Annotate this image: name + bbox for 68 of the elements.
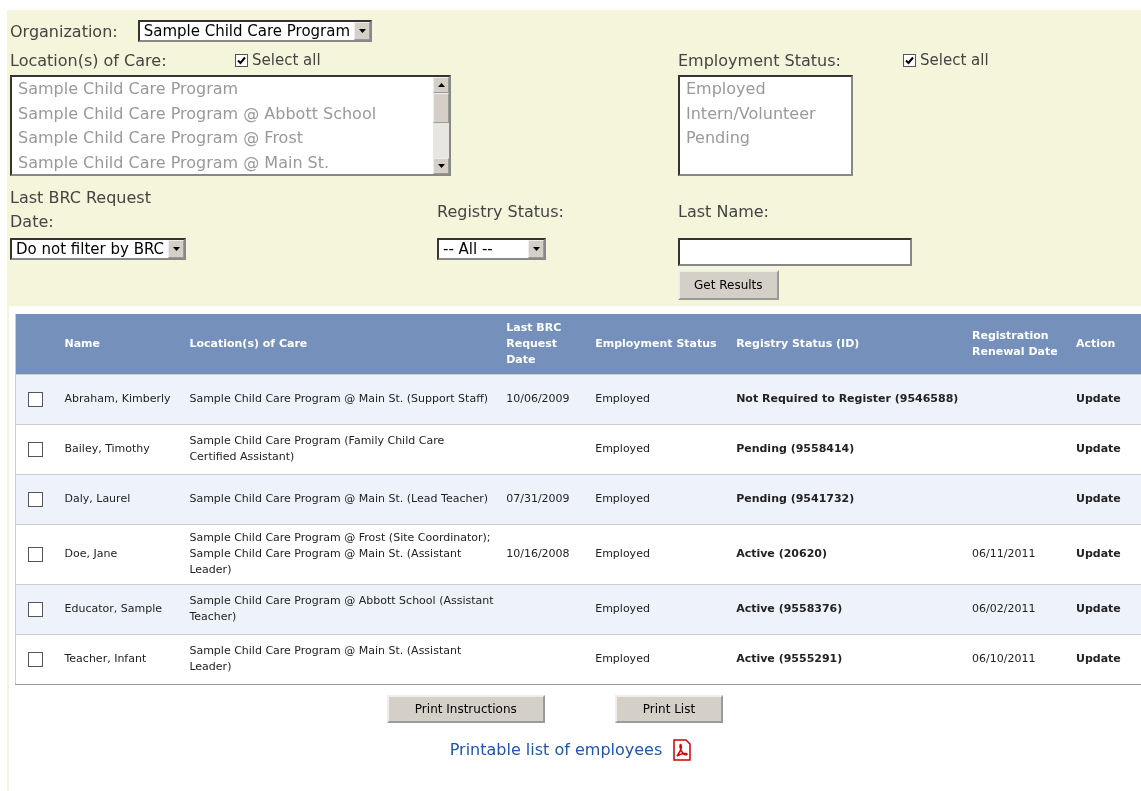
column-header: Name [64, 336, 101, 350]
table-cell: Employed [595, 492, 650, 505]
column-header: Registration Renewal Date [972, 328, 1058, 358]
column-header: Last BRC Request Date [506, 320, 562, 366]
table-cell: 10/06/2009 [506, 392, 570, 405]
field-label: Last Name: [678, 201, 769, 223]
checkbox[interactable] [28, 491, 43, 507]
checkbox-label: Select all [252, 51, 321, 69]
table-cell: 06/11/2011 [972, 547, 1036, 560]
table-cell: Employed [595, 547, 650, 560]
checkbox[interactable] [28, 391, 43, 407]
field-label: Employment Status: [678, 50, 842, 70]
table-cell: Sample Child Care Program @ Frost (Site Coordinator); Sample Child Care Program @ Main St. (Assistant Leader) [189, 531, 491, 576]
update-link[interactable]: Update [1075, 602, 1121, 615]
field-label: Organization: [10, 21, 118, 41]
checkbox[interactable] [28, 546, 43, 562]
table-cell: 07/31/2009 [506, 492, 570, 505]
table-cell: Sample Child Care Program @ Abbott School (Assistant Teacher) [189, 594, 494, 623]
update-link[interactable]: Update [1075, 652, 1121, 665]
table-cell: Bailey, Timothy [64, 442, 150, 455]
table-cell: Abraham, Kimberly [64, 392, 171, 405]
checkbox-label: Select all [920, 51, 989, 69]
table-cell: Active (9558376) [736, 602, 843, 615]
table-cell: Daly, Laurel [64, 492, 131, 505]
table-cell: 10/16/2008 [506, 547, 570, 560]
column-header: Action [1075, 336, 1116, 350]
table-cell: Employed [595, 392, 650, 405]
table-cell: Active (9555291) [736, 652, 843, 665]
table-cell: Employed [595, 442, 650, 455]
table-cell: Doe, Jane [64, 547, 118, 560]
update-link[interactable]: Update [1075, 392, 1121, 405]
field-label: Last BRC Request Date: [10, 187, 152, 233]
organization-select[interactable]: Sample Child Care Program [137, 20, 373, 42]
checkbox[interactable] [28, 441, 43, 457]
table-cell: Pending (9558414) [736, 442, 855, 455]
pdf-icon[interactable] [672, 738, 693, 761]
table-cell: Sample Child Care Program @ Main St. (Assistant Leader) [189, 644, 462, 673]
printable-list-link[interactable]: Printable list of employees [449, 740, 663, 759]
last-name-field[interactable] [678, 238, 912, 266]
column-header: Location(s) of Care [189, 336, 308, 350]
get-results-button[interactable]: Get Results [678, 270, 779, 300]
table-cell: Employed [595, 602, 650, 615]
field-label: Location(s) of Care: [10, 50, 168, 70]
table-cell: Active (20620) [736, 547, 827, 560]
checkbox[interactable] [28, 651, 43, 667]
update-link[interactable]: Update [1075, 492, 1121, 505]
registry-status-select[interactable]: -- All -- [437, 238, 546, 260]
scroll-up-arrow-icon[interactable] [437, 83, 445, 87]
table-cell: Sample Child Care Program @ Main St. (Lead Teacher) [189, 492, 488, 505]
checkbox[interactable] [28, 601, 43, 617]
scroll-down-arrow-icon[interactable] [437, 164, 445, 168]
update-link[interactable]: Update [1075, 547, 1121, 560]
table-cell: Employed [595, 652, 650, 665]
print-button[interactable]: Print Instructions [386, 694, 545, 723]
field-label: Registry Status: [437, 201, 564, 223]
table-cell: Sample Child Care Program @ Main St. (Support Staff) [189, 392, 488, 405]
column-header: Registry Status (ID) [736, 336, 860, 350]
column-header: Employment Status [595, 336, 717, 350]
table-cell: Sample Child Care Program (Family Child Care Certified Assistant) [189, 434, 445, 463]
table-cell: Not Required to Register (9546588) [736, 392, 959, 405]
table-cell: Teacher, Infant [64, 652, 147, 665]
table-cell: Educator, Sample [64, 602, 162, 615]
table-cell: 06/02/2011 [972, 602, 1036, 615]
print-button[interactable]: Print List [614, 694, 724, 723]
update-link[interactable]: Update [1075, 442, 1121, 455]
brc-date-select[interactable]: Do not filter by BRC [10, 238, 187, 260]
table-cell: 06/10/2011 [972, 652, 1036, 665]
table-cell: Pending (9541732) [736, 492, 855, 505]
